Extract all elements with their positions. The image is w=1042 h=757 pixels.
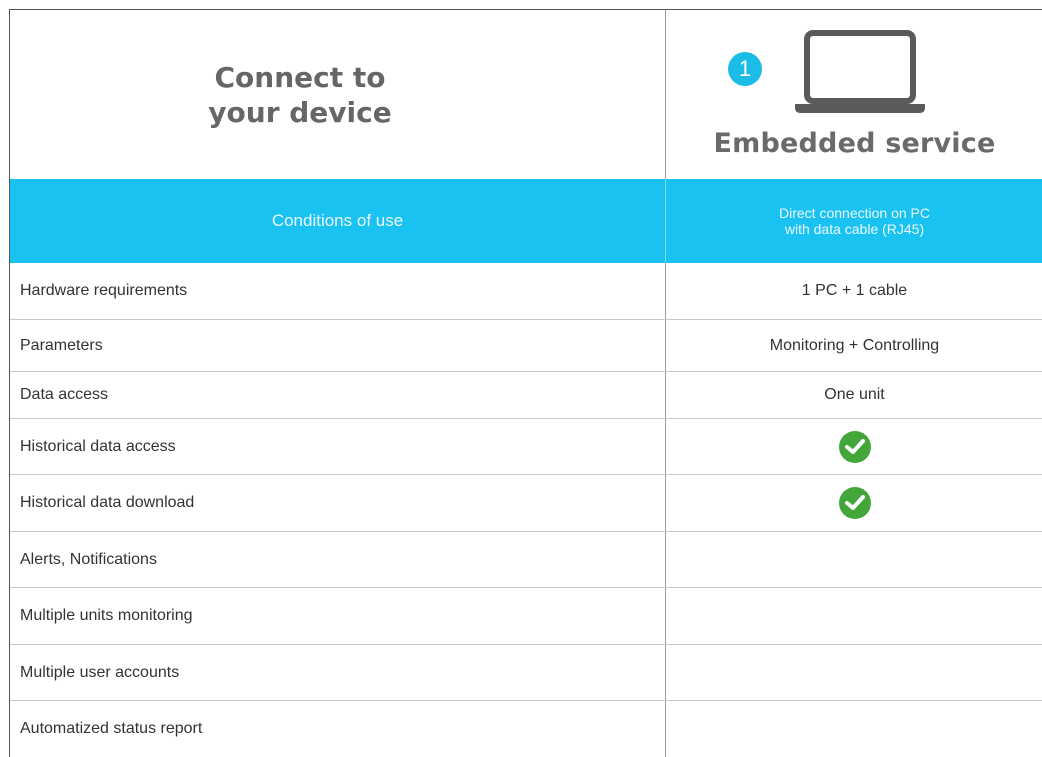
row-label: Hardware requirements (10, 263, 666, 319)
title-line-2: your device (208, 95, 392, 129)
table-row: Data access One unit (10, 372, 1042, 419)
row-value (666, 588, 1042, 644)
laptop-icon (795, 30, 925, 113)
table-header-row: Connect to your device 1 Embedded servic… (10, 10, 1042, 179)
check-circle-icon (838, 430, 871, 463)
row-label: Multiple units monitoring (10, 588, 666, 644)
header-right-cell: 1 Embedded service (666, 10, 1042, 179)
title-line-1: Connect to (214, 60, 386, 94)
comparison-table: Connect to your device 1 Embedded servic… (9, 9, 1042, 757)
row-label: Historical data access (10, 419, 666, 474)
row-value (666, 475, 1042, 531)
check-circle-icon (838, 487, 871, 519)
table-row: Automatized status report (10, 701, 1042, 757)
row-value: Monitoring + Controlling (769, 336, 940, 354)
table-row: Alerts, Notifications (10, 532, 1042, 588)
row-label: Automatized status report (10, 701, 666, 757)
table-row: Parameters Monitoring + Controlling (10, 320, 1042, 372)
row-value (666, 701, 1042, 757)
table-row: Historical data download (10, 475, 1042, 532)
row-label: Historical data download (10, 475, 666, 531)
row-label: Alerts, Notifications (10, 532, 666, 587)
table-row: Multiple units monitoring (10, 588, 1042, 645)
row-label: Parameters (10, 320, 666, 371)
row-value (666, 532, 1042, 587)
row-value: One unit (824, 386, 885, 403)
table-row: Multiple user accounts (10, 645, 1042, 701)
conditions-value-line-2: with data cable (RJ45) (784, 221, 925, 237)
row-value (666, 419, 1042, 474)
conditions-label: Conditions of use (10, 179, 666, 263)
row-value: 1 PC + 1 cable (801, 282, 908, 299)
table-row: Historical data access (10, 419, 1042, 475)
table-row: Hardware requirements 1 PC + 1 cable (10, 263, 1042, 320)
row-label: Data access (10, 372, 666, 418)
row-label: Multiple user accounts (10, 645, 666, 700)
step-badge: 1 (728, 52, 762, 86)
conditions-row: Conditions of use Direct connection on P… (10, 179, 1042, 263)
row-value (666, 645, 1042, 700)
page-title: Connect to your device (208, 60, 391, 130)
conditions-value: Direct connection on PC with data cable … (666, 179, 1042, 263)
conditions-value-line-1: Direct connection on PC (779, 205, 930, 221)
header-left-cell: Connect to your device (10, 10, 666, 179)
service-title: Embedded service (713, 128, 996, 159)
